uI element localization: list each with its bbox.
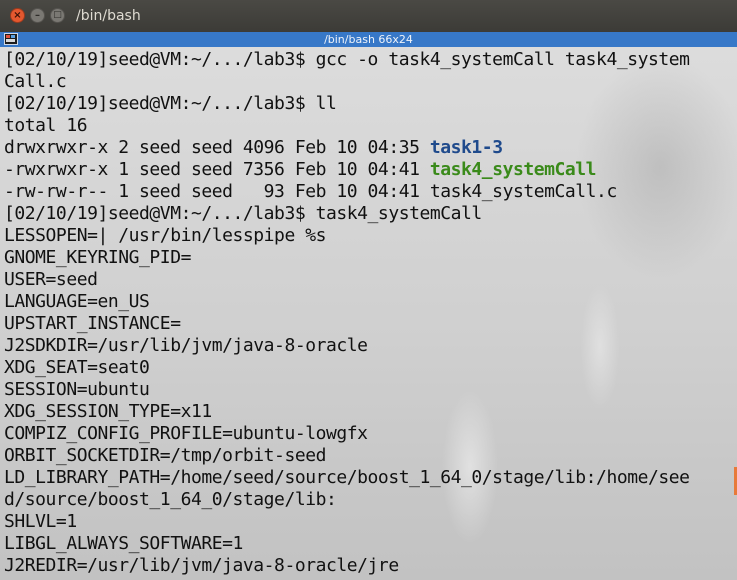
- terminal-line: ORBIT_SOCKETDIR=/tmp/orbit-seed: [4, 445, 326, 466]
- executable-name: task4_systemCall: [429, 159, 597, 180]
- minimize-window-button[interactable]: –: [30, 8, 45, 23]
- terminal-line: [02/10/19]seed@VM:~/.../lab3$ ll: [4, 93, 337, 114]
- terminal-line: [02/10/19]seed@VM:~/.../lab3$ task4_syst…: [4, 203, 482, 224]
- terminal-line: COMPIZ_CONFIG_PROFILE=ubuntu-lowgfx: [4, 423, 368, 444]
- listing-prefix: drwxrwxr-x 2 seed seed 4096 Feb 10 04:35: [4, 137, 430, 158]
- terminal-line: J2REDIR=/usr/lib/jvm/java-8-oracle/jre: [4, 555, 399, 576]
- terminal-lines: [02/10/19]seed@VM:~/.../lab3$ gcc -o tas…: [4, 49, 690, 577]
- terminal-line: J2SDKDIR=/usr/lib/jvm/java-8-oracle: [4, 335, 368, 356]
- terminal-output[interactable]: [02/10/19]seed@VM:~/.../lab3$ gcc -o tas…: [0, 47, 737, 580]
- terminal-line: XDG_SESSION_TYPE=x11: [4, 401, 212, 422]
- terminal-line: UPSTART_INSTANCE=: [4, 313, 181, 334]
- terminal-line: XDG_SEAT=seat0: [4, 357, 150, 378]
- terminal-line: -rwxrwxr-x 1 seed seed 7356 Feb 10 04:41…: [4, 159, 690, 181]
- terminal-line: -rw-rw-r-- 1 seed seed 93 Feb 10 04:41 t…: [4, 181, 617, 202]
- window-titlebar: × – □ /bin/bash: [0, 0, 737, 32]
- close-window-button[interactable]: ×: [10, 8, 25, 23]
- directory-name: task1-3: [429, 137, 503, 158]
- listing-prefix: -rwxrwxr-x 1 seed seed 7356 Feb 10 04:41: [4, 159, 430, 180]
- terminal-tab-title[interactable]: /bin/bash 66x24: [0, 32, 737, 47]
- terminal-line: drwxrwxr-x 2 seed seed 4096 Feb 10 04:35…: [4, 137, 690, 159]
- terminal-line: total 16: [4, 115, 88, 136]
- terminal-line: Call.c: [4, 71, 67, 92]
- terminal-line: SHLVL=1: [4, 511, 77, 532]
- terminal-line: USER=seed: [4, 269, 98, 290]
- terminal-line: LESSOPEN=| /usr/bin/lesspipe %s: [4, 225, 326, 246]
- terminal-line: LANGUAGE=en_US: [4, 291, 150, 312]
- terminal-line: SESSION=ubuntu: [4, 379, 150, 400]
- terminal-line: d/source/boost_1_64_0/stage/lib:: [4, 489, 337, 510]
- window-title: /bin/bash: [76, 8, 141, 24]
- maximize-window-button[interactable]: □: [50, 8, 65, 23]
- terminal-tab-bar: /bin/bash 66x24: [0, 32, 737, 47]
- terminal-line: LD_LIBRARY_PATH=/home/seed/source/boost_…: [4, 467, 690, 488]
- terminal-line: LIBGL_ALWAYS_SOFTWARE=1: [4, 533, 243, 554]
- terminal-line: [02/10/19]seed@VM:~/.../lab3$ gcc -o tas…: [4, 49, 690, 70]
- terminal-line: GNOME_KEYRING_PID=: [4, 247, 191, 268]
